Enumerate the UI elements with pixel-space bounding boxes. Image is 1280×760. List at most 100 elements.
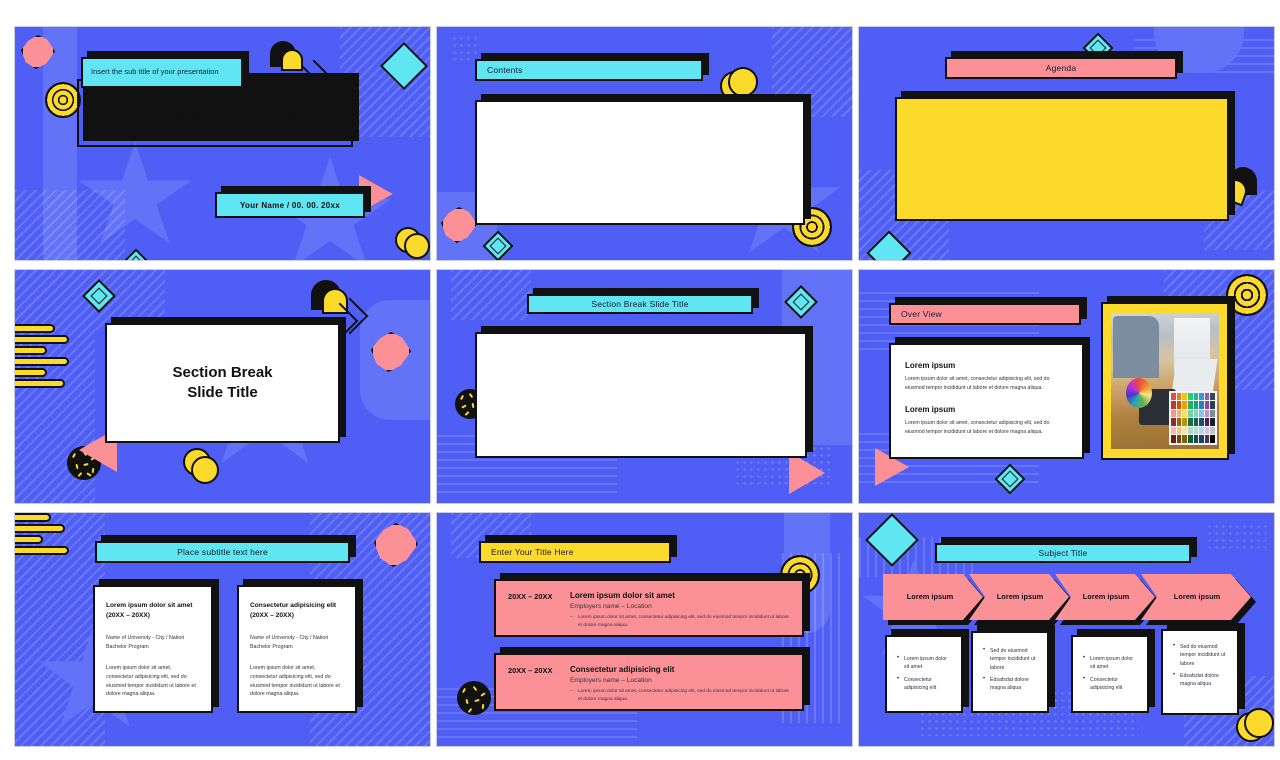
black-dome-shape — [270, 41, 296, 67]
bg-hatch — [451, 270, 531, 320]
slide-section-break[interactable]: Section Break Slide Title — [14, 269, 431, 504]
yellow-dome-shape — [322, 288, 348, 314]
overview-text-panel[interactable]: Lorem ipsum Lorem ipsum dolor sit amet, … — [889, 337, 1090, 459]
black-confetti-circle — [457, 681, 491, 715]
slide-section-steps[interactable]: Section Break Slide Title 01. Lorem ipsu… — [436, 269, 853, 504]
process-card[interactable]: Sed do eiusmod tempor incididunt ut labo… — [971, 625, 1055, 713]
pink-blob-shape — [371, 332, 411, 372]
process-header-banner[interactable]: Subject Title — [935, 537, 1197, 563]
education-card-meta1: Name of University - City / Nation — [106, 634, 185, 641]
education-card-heading: Lorem ipsum dolor sit amet — [106, 602, 193, 609]
experience-title: Lorem ipsum dolor sit amet — [570, 591, 675, 600]
experience-header-text: Enter Your Title Here — [491, 547, 574, 557]
slide-title[interactable]: Graphic Design Insert the sub title of y… — [14, 26, 431, 261]
color-swatch-grid — [1169, 390, 1217, 445]
experience-years: 20XX – 20XX — [508, 592, 553, 601]
title-card[interactable]: Graphic Design — [77, 73, 359, 147]
subtitle-banner[interactable]: Insert the sub title of your presentatio… — [81, 51, 249, 88]
section-steps-header-banner[interactable]: Section Break Slide Title — [527, 288, 759, 314]
process-card[interactable]: Lorem ipsum dolor sit amet Consectetur a… — [885, 629, 969, 713]
chevron-step[interactable]: Lorem ipsum — [883, 574, 983, 620]
pink-blob-shape — [374, 523, 418, 567]
designer-at-desk-photo — [1111, 313, 1219, 449]
slide-experience[interactable]: Enter Your Title Here 20XX – 20XX Lorem … — [436, 512, 853, 747]
overview-block-heading: Lorem ipsum — [905, 361, 956, 370]
overview-block-heading: Lorem ipsum — [905, 405, 956, 415]
contents-panel[interactable] — [475, 94, 811, 225]
pink-blob-shape — [441, 207, 477, 243]
experience-header-banner[interactable]: Enter Your Title Here — [479, 535, 677, 563]
bg-dots — [1206, 523, 1266, 553]
education-card-body: Lorem ipsum dolor sit amet, consectetur … — [250, 665, 340, 698]
bg-star — [78, 142, 192, 244]
process-card-bullet: Sed do eiusmod tempor incididunt ut labo… — [982, 646, 1038, 672]
education-header-banner[interactable]: Place subtitle text here — [95, 535, 356, 563]
yellow-coin-pair — [720, 67, 758, 101]
yellow-target-shape — [45, 82, 81, 118]
experience-years: 20XX – 20XX — [508, 666, 553, 675]
cyan-cube-shape — [866, 230, 912, 260]
process-chevron-row: Lorem ipsum Lorem ipsum Lorem ipsum Lore… — [883, 574, 1251, 620]
education-card-meta2: Bachelor Program — [106, 643, 149, 650]
section-break-card[interactable]: Section Break Slide Title — [105, 317, 346, 443]
bg-hatch — [15, 270, 95, 503]
cyan-diamond-shape — [994, 463, 1026, 495]
cyan-cube-shape — [379, 41, 429, 91]
cyan-diamond-shape — [482, 230, 514, 260]
section-break-line-1: Section Break — [172, 363, 273, 381]
bg-hatch — [15, 513, 105, 746]
experience-title: Consectetur adipisicing elit — [570, 665, 675, 674]
process-card-bullet: Lorem ipsum dolor sit amet — [896, 654, 952, 672]
yellow-wave-stack — [15, 324, 85, 396]
agenda-header-banner[interactable]: Agenda — [945, 51, 1183, 79]
section-steps-header-text: Section Break Slide Title — [591, 299, 689, 309]
slide-education[interactable]: Place subtitle text here Lorem ipsum dol… — [14, 512, 431, 747]
black-dome-shape — [311, 280, 341, 310]
slide-contents[interactable]: Contents 01 Lorem ipsum Lorem ipsum dolo… — [436, 26, 853, 261]
process-card-bullet: Edsafsdat dolore magna aliqua — [982, 675, 1038, 693]
process-card[interactable]: Sed do eiusmod tempor incididunt ut labo… — [1161, 623, 1245, 715]
section-break-line-2: Slide Title — [187, 384, 258, 401]
chevron-label: Lorem ipsum — [1055, 574, 1155, 620]
overview-header-text: Over View — [901, 309, 942, 319]
experience-entry[interactable]: 20XX – 20XX Consectetur adipisicing elit… — [494, 647, 810, 711]
slide-process[interactable]: Subject Title Lorem ipsum Lorem ipsum Lo… — [858, 512, 1275, 747]
chevron-label: Lorem ipsum — [1141, 574, 1251, 620]
subtitle-text: Insert the sub title of your presentatio… — [91, 67, 219, 77]
byline-banner[interactable]: Your Name / 00. 00. 20xx — [215, 186, 371, 218]
agenda-panel[interactable] — [895, 91, 1235, 221]
yellow-wave-stack — [15, 513, 85, 561]
education-card-body: Lorem ipsum dolor sit amet, consectetur … — [106, 665, 196, 698]
process-card-bullet: Lorem ipsum dolor sit amet — [1082, 654, 1138, 672]
overview-photo-frame[interactable] — [1101, 296, 1235, 460]
bg-dots — [451, 35, 477, 61]
agenda-header-text: Agenda — [1045, 63, 1077, 73]
education-card-years: (20XX – 20XX) — [250, 611, 294, 619]
bg-band — [360, 300, 430, 420]
education-card-years: (20XX – 20XX) — [106, 611, 150, 619]
yellow-dome-shape — [281, 49, 303, 71]
slide-overview[interactable]: Over View Lorem ipsum Lorem ipsum dolor … — [858, 269, 1275, 504]
education-card[interactable]: Lorem ipsum dolor sit amet (20XX – 20XX)… — [93, 579, 219, 713]
page-title: Graphic Design — [125, 98, 305, 127]
cyan-diamond-shape — [784, 285, 818, 319]
overview-header-banner[interactable]: Over View — [889, 297, 1087, 325]
slide-agenda[interactable]: Agenda Lorem ipsum Lorem ipsum dolor sit… — [858, 26, 1275, 261]
chevron-label: Lorem ipsum — [969, 574, 1069, 620]
bg-band — [43, 27, 77, 260]
chevron-step[interactable]: Lorem ipsum — [1055, 574, 1155, 620]
education-card-meta2: Bachelor Program — [250, 643, 293, 650]
chevron-step[interactable]: Lorem ipsum — [969, 574, 1069, 620]
process-card[interactable]: Lorem ipsum dolor sit amet Consectetur a… — [1071, 629, 1155, 713]
education-card[interactable]: Consectetur adipisicing elit (20XX – 20X… — [237, 579, 363, 713]
byline-text: Your Name / 00. 00. 20xx — [240, 200, 340, 210]
education-card-heading: Consectetur adipisicing elit — [250, 602, 337, 609]
experience-entry[interactable]: 20XX – 20XX Lorem ipsum dolor sit amet E… — [494, 573, 810, 637]
overview-block-body: Lorem ipsum dolor sit amet, consectetur … — [905, 420, 1050, 435]
cyan-diamond-shape — [82, 279, 116, 313]
contents-header-banner[interactable]: Contents — [475, 53, 709, 81]
chevron-step[interactable]: Lorem ipsum — [1141, 574, 1251, 620]
section-steps-panel[interactable] — [475, 326, 813, 458]
yellow-coin-pair — [395, 227, 430, 259]
experience-subtitle: Employers name – Location — [570, 677, 652, 684]
